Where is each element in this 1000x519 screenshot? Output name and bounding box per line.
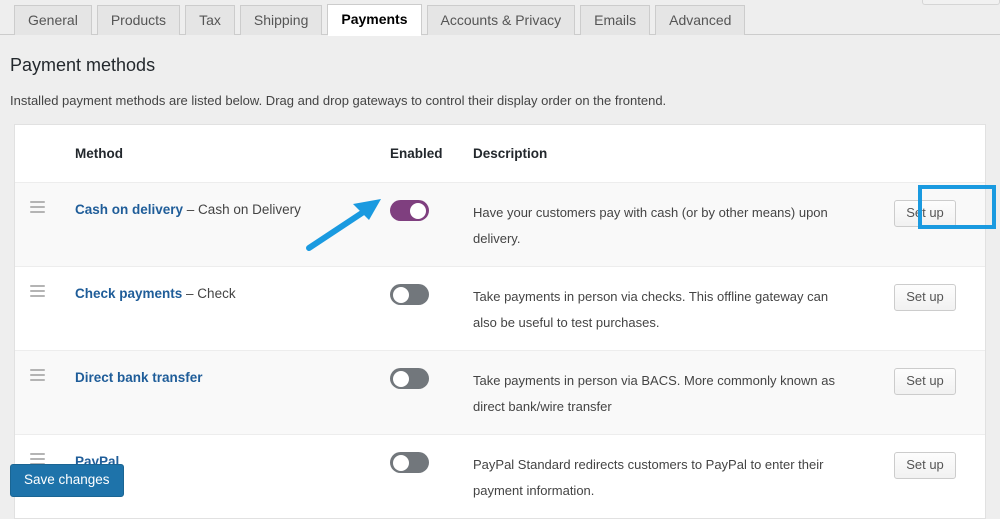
description-cell: Take payments in person via checks. This… — [473, 284, 865, 336]
enabled-cell — [390, 452, 473, 473]
enabled-toggle[interactable] — [390, 284, 429, 305]
drag-handle-icon[interactable] — [29, 201, 45, 213]
toggle-knob — [393, 370, 409, 387]
toggle-knob — [393, 454, 409, 471]
header-method: Method — [75, 146, 123, 161]
setup-button[interactable]: Set up — [894, 452, 956, 479]
table-body: Cash on delivery – Cash on Delivery Have … — [15, 182, 985, 518]
method-cell: Cash on delivery – Cash on Delivery — [59, 200, 390, 219]
tab-advanced[interactable]: Advanced — [655, 5, 746, 35]
header-description: Description — [473, 146, 548, 161]
save-changes-button[interactable]: Save changes — [10, 464, 124, 497]
action-cell: Set up — [865, 452, 985, 479]
page-title: Payment methods — [10, 55, 156, 75]
setup-button[interactable]: Set up — [894, 284, 956, 311]
enabled-toggle[interactable] — [390, 368, 429, 389]
settings-tab-bar: General Products Tax Shipping Payments Accoun… — [0, 0, 1000, 36]
top-right-partial-element — [922, 0, 1000, 5]
tab-products[interactable]: Products — [96, 5, 181, 35]
table-row: Direct bank transfer Take payments in per… — [15, 350, 985, 434]
tab-payments[interactable]: Payments — [327, 4, 422, 36]
description-text: Have your customers pay with cash (or by… — [473, 205, 828, 246]
payment-methods-table: Method Enabled Description Cash on deliv… — [14, 124, 986, 519]
table-header-row: Method Enabled Description — [15, 125, 985, 182]
method-link[interactable]: Check payments — [75, 286, 182, 301]
enabled-toggle[interactable] — [390, 200, 429, 221]
method-link[interactable]: Cash on delivery — [75, 202, 183, 217]
method-suffix: – Cash on Delivery — [183, 202, 301, 217]
tab-emails[interactable]: Emails — [580, 5, 651, 35]
table-row: PayPal PayPal Standard redirects customer… — [15, 434, 985, 518]
description-text: PayPal Standard redirects customers to P… — [473, 457, 824, 498]
toggle-knob — [410, 202, 426, 219]
drag-handle-icon[interactable] — [29, 369, 45, 381]
header-enabled: Enabled — [390, 146, 443, 161]
action-cell: Set up — [865, 200, 985, 227]
action-cell: Set up — [865, 284, 985, 311]
description-cell: Have your customers pay with cash (or by… — [473, 200, 865, 252]
tab-list: General Products Tax Shipping Payments Accoun… — [14, 4, 746, 36]
description-text: Take payments in person via BACS. More c… — [473, 373, 835, 414]
action-cell: Set up — [865, 368, 985, 395]
method-suffix: – Check — [182, 286, 236, 301]
page-description: Installed payment methods are listed bel… — [10, 93, 667, 108]
method-cell: Direct bank transfer — [59, 368, 390, 387]
drag-handle-icon[interactable] — [29, 285, 45, 297]
method-link[interactable]: Direct bank transfer — [75, 370, 203, 385]
setup-button[interactable]: Set up — [894, 368, 956, 395]
enabled-toggle[interactable] — [390, 452, 429, 473]
description-cell: PayPal Standard redirects customers to P… — [473, 452, 865, 504]
table-row: Check payments – Check Take payments in p… — [15, 266, 985, 350]
tab-general[interactable]: General — [14, 5, 92, 35]
tab-shipping[interactable]: Shipping — [239, 5, 323, 35]
sort-cell — [15, 368, 59, 386]
sort-cell — [15, 284, 59, 302]
tab-accounts-privacy[interactable]: Accounts & Privacy — [426, 5, 576, 35]
tab-tax[interactable]: Tax — [185, 5, 235, 35]
enabled-cell — [390, 368, 473, 389]
description-cell: Take payments in person via BACS. More c… — [473, 368, 865, 420]
enabled-cell — [390, 200, 473, 221]
table-row: Cash on delivery – Cash on Delivery Have … — [15, 182, 985, 266]
toggle-knob — [393, 286, 409, 303]
setup-button[interactable]: Set up — [894, 200, 956, 227]
description-text: Take payments in person via checks. This… — [473, 289, 829, 330]
sort-cell — [15, 200, 59, 218]
method-cell: Check payments – Check — [59, 284, 390, 303]
enabled-cell — [390, 284, 473, 305]
